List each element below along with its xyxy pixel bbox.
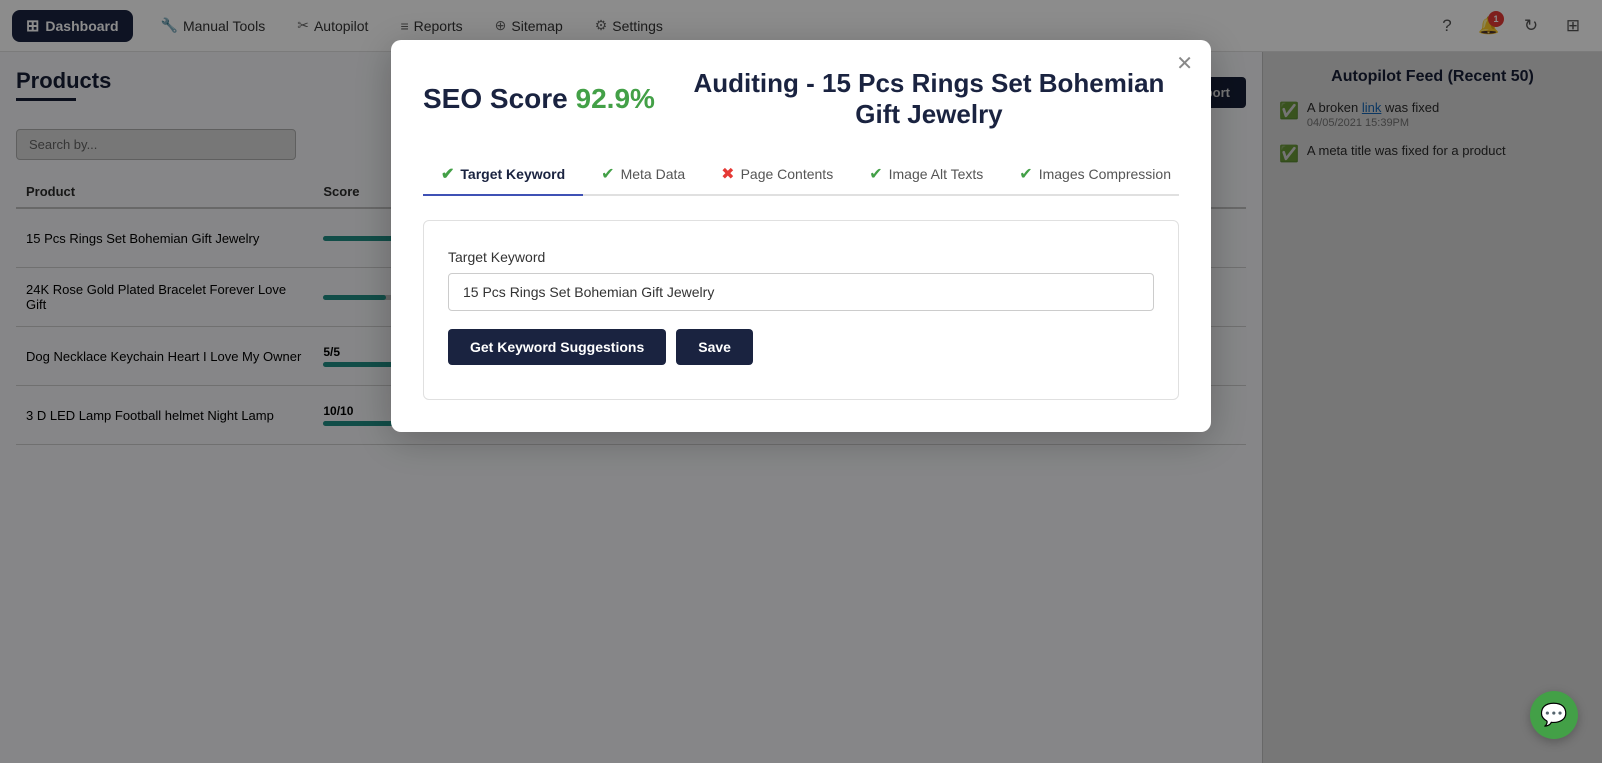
modal-header: SEO Score 92.9% Auditing - 15 Pcs Rings … (423, 68, 1179, 130)
tab-target-keyword-label: Target Keyword (460, 166, 565, 182)
get-keyword-suggestions-button[interactable]: Get Keyword Suggestions (448, 329, 666, 365)
tab-page-contents-label: Page Contents (741, 166, 834, 182)
check-icon: ✔ (441, 164, 454, 184)
tab-images-compression-label: Images Compression (1039, 166, 1171, 182)
save-button[interactable]: Save (676, 329, 753, 365)
chat-icon: 💬 (1540, 702, 1567, 728)
modal-tabs: ✔ Target Keyword ✔ Meta Data ✖ Page Cont… (423, 154, 1179, 196)
tab-page-contents[interactable]: ✖ Page Contents (703, 154, 851, 194)
check-icon: ✔ (601, 164, 614, 184)
x-icon: ✖ (721, 164, 734, 184)
chat-bubble-button[interactable]: 💬 (1530, 691, 1578, 739)
target-keyword-label: Target Keyword (448, 249, 1154, 265)
keyword-input[interactable] (448, 273, 1154, 311)
modal-close-button[interactable]: ✕ (1176, 54, 1193, 74)
seo-score-label: SEO Score (423, 83, 568, 114)
seo-score-display: SEO Score 92.9% (423, 83, 655, 115)
tab-image-alt-texts[interactable]: ✔ Image Alt Texts (851, 154, 1001, 194)
tab-image-alt-texts-label: Image Alt Texts (889, 166, 984, 182)
tab-target-keyword[interactable]: ✔ Target Keyword (423, 154, 583, 194)
modal-action-buttons: Get Keyword Suggestions Save (448, 329, 1154, 365)
check-icon: ✔ (1019, 164, 1032, 184)
tab-images-compression[interactable]: ✔ Images Compression (1001, 154, 1189, 194)
modal-overlay: ✕ SEO Score 92.9% Auditing - 15 Pcs Ring… (0, 0, 1602, 763)
modal-title: Auditing - 15 Pcs Rings Set Bohemian Gif… (679, 68, 1179, 130)
seo-score-percentage: 92.9% (576, 83, 655, 114)
check-icon: ✔ (869, 164, 882, 184)
tab-meta-data[interactable]: ✔ Meta Data (583, 154, 703, 194)
audit-modal: ✕ SEO Score 92.9% Auditing - 15 Pcs Ring… (391, 40, 1211, 432)
tab-meta-data-label: Meta Data (621, 166, 686, 182)
modal-content-area: Target Keyword Get Keyword Suggestions S… (423, 220, 1179, 400)
